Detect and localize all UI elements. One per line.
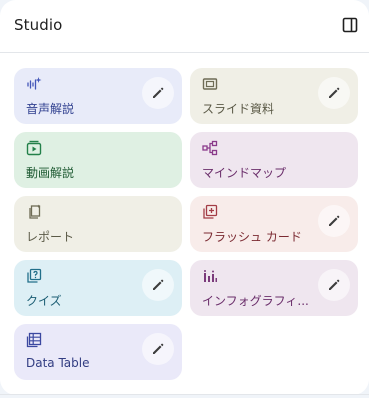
quiz-icon: [27, 268, 42, 283]
card-infographic[interactable]: インフォグラフィ...: [190, 260, 358, 316]
divider: [0, 394, 369, 395]
card-slides[interactable]: スライド資料: [190, 68, 358, 124]
studio-panel: Studio 音声解説 スライド資料 動画解説 マインドマップ レポート フラッ…: [0, 0, 369, 395]
card-label: マインドマップ: [202, 166, 287, 180]
audio-sparkle-icon: [27, 77, 42, 90]
flashcards-icon: [203, 204, 218, 219]
card-mindmap[interactable]: マインドマップ: [190, 132, 358, 188]
card-quiz[interactable]: クイズ: [14, 260, 182, 316]
card-label: 音声解説: [26, 102, 75, 116]
card-report[interactable]: レポート: [14, 196, 182, 252]
card-data-table[interactable]: Data Table: [14, 324, 182, 380]
pencil-icon: [153, 343, 164, 354]
card-label: インフォグラフィ...: [202, 294, 309, 308]
card-label: Data Table: [26, 356, 90, 370]
pencil-icon: [329, 87, 340, 98]
card-label: クイズ: [26, 294, 62, 308]
card-label: フラッシュ カード: [202, 230, 302, 244]
table-icon: [26, 332, 42, 348]
pencil-icon: [153, 279, 164, 290]
studio-header: Studio: [0, 0, 369, 53]
edit-button[interactable]: [142, 77, 174, 109]
pencil-icon: [153, 87, 164, 98]
edit-button[interactable]: [318, 269, 350, 301]
card-label: スライド資料: [202, 102, 275, 116]
infographic-icon: [204, 270, 217, 282]
edit-button[interactable]: [318, 205, 350, 237]
slides-icon: [202, 78, 218, 90]
dock-panel-icon[interactable]: [342, 17, 358, 33]
pencil-icon: [329, 215, 340, 226]
panel-title: Studio: [14, 16, 63, 34]
report-icon: [29, 204, 41, 219]
edit-button[interactable]: [142, 269, 174, 301]
card-video-overview[interactable]: 動画解説: [14, 132, 182, 188]
edit-button[interactable]: [318, 77, 350, 109]
card-flashcards[interactable]: フラッシュ カード: [190, 196, 358, 252]
card-label: 動画解説: [26, 166, 75, 180]
edit-button[interactable]: [142, 333, 174, 365]
pencil-icon: [329, 279, 340, 290]
mindmap-icon: [202, 140, 218, 156]
video-icon: [26, 140, 42, 156]
card-label: レポート: [26, 230, 75, 244]
card-audio-overview[interactable]: 音声解説: [14, 68, 182, 124]
